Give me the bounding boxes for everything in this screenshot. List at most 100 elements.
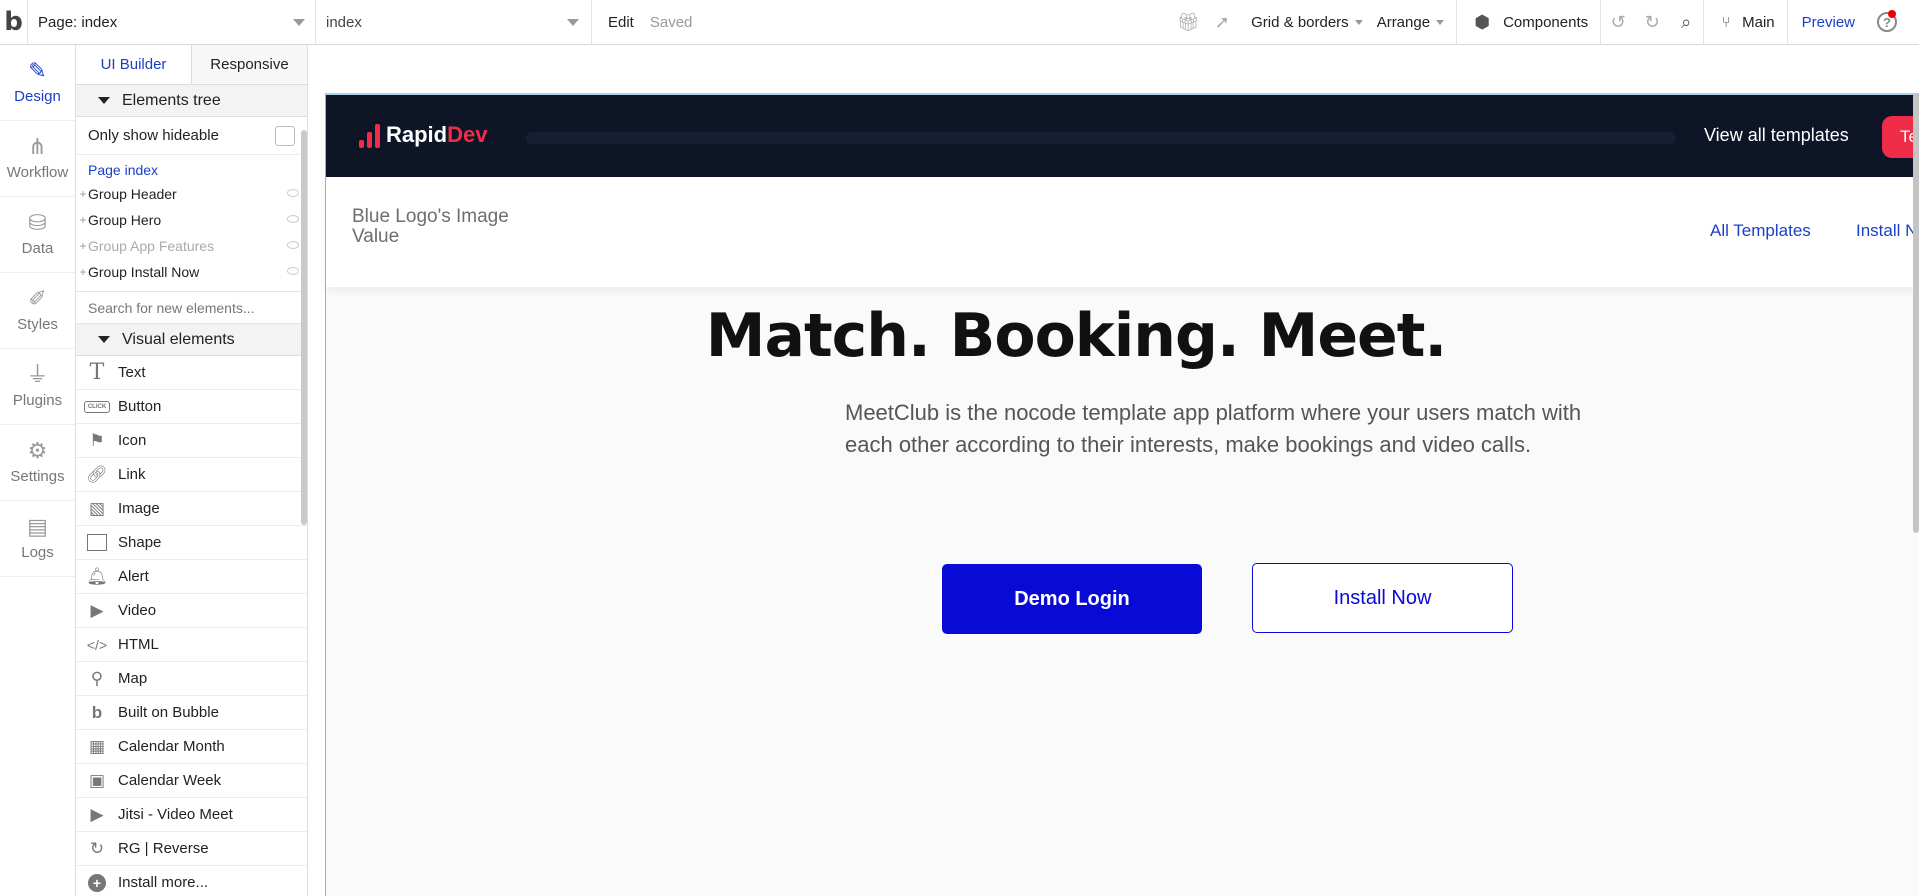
element-calendar-month[interactable]: ▦ Calendar Month [76, 730, 307, 764]
gear-icon: ⚙ [27, 438, 48, 463]
rail-settings[interactable]: ⚙ Settings [0, 425, 75, 501]
element-search-input[interactable]: Search for new elements... [76, 292, 307, 324]
builder-panel: UI Builder Responsive Elements tree Only… [76, 45, 308, 896]
top-bar: b Page: index index Edit Saved 🎁︎ ➚ Grid… [0, 0, 1919, 45]
rail-label: Workflow [6, 164, 69, 181]
flag-icon: ⚑ [89, 430, 105, 450]
tab-responsive[interactable]: Responsive [191, 45, 307, 84]
tree-item[interactable]: + Group Hero [76, 207, 307, 233]
element-label: Built on Bubble [118, 704, 219, 721]
tree-item[interactable]: + Group Header [76, 181, 307, 207]
canvas-scrollbar[interactable] [1913, 93, 1919, 533]
bubble-logo-icon[interactable]: b [0, 0, 28, 45]
pencil-ruler-icon: ✎ [28, 58, 47, 83]
element-html[interactable]: </> HTML [76, 628, 307, 662]
element-label: Link [118, 466, 146, 483]
install-now-button[interactable]: Install Now [1252, 563, 1513, 633]
eye-icon[interactable] [287, 267, 299, 275]
search-icon[interactable]: ⌕ [1669, 0, 1703, 45]
hero-title[interactable]: Match. Booking. Meet. [326, 301, 1826, 371]
components-button[interactable]: ⬢ Components [1457, 0, 1600, 45]
tab-ui-builder[interactable]: UI Builder [76, 45, 191, 84]
tree-item[interactable]: + Group Install Now [76, 259, 307, 285]
brush-icon: ✐ [28, 286, 47, 311]
only-show-hideable-checkbox[interactable] [275, 125, 295, 146]
shape-icon [76, 534, 118, 551]
element-video[interactable]: ▶ Video [76, 594, 307, 628]
link-icon: 🔗︎ [86, 464, 108, 484]
element-built-on-bubble[interactable]: b Built on Bubble [76, 696, 307, 730]
rail-logs[interactable]: ▤ Logs [0, 501, 75, 577]
tree-item-label: Group Hero [88, 212, 162, 228]
eye-icon[interactable] [287, 241, 299, 249]
eye-icon[interactable] [287, 189, 299, 197]
demo-login-button[interactable]: Demo Login [942, 564, 1202, 634]
element-text[interactable]: T Text [76, 356, 307, 390]
image-icon: ▧ [88, 498, 106, 518]
view-all-templates-link[interactable]: View all templates [1704, 125, 1849, 146]
eye-icon[interactable] [287, 215, 299, 223]
group-header[interactable]: RapidDev View all templates Te [326, 95, 1919, 177]
element-image[interactable]: ▧ Image [76, 492, 307, 526]
page-name-value: index [326, 13, 362, 31]
hero-description[interactable]: MeetClub is the nocode template app plat… [845, 397, 1615, 461]
element-icon[interactable]: ⚑ Icon [76, 424, 307, 458]
elements-tree-header[interactable]: Elements tree [76, 85, 307, 117]
preview-button[interactable]: Preview [1788, 14, 1869, 31]
page-select[interactable]: Page: index [28, 0, 316, 45]
rail-plugins[interactable]: ⏚ Plugins [0, 349, 75, 425]
code-icon: </> [86, 636, 108, 653]
logo-bars-icon [359, 122, 380, 148]
rail-styles[interactable]: ✐ Styles [0, 273, 75, 349]
panel-scrollbar[interactable] [301, 130, 307, 525]
text-icon: T [89, 360, 105, 385]
element-label: Calendar Month [118, 738, 225, 755]
element-install-more[interactable]: + Install more... [76, 866, 307, 896]
element-shape[interactable]: Shape [76, 526, 307, 560]
rail-design[interactable]: ✎ Design [0, 45, 75, 121]
page-preview[interactable]: RapidDev View all templates Te Blue Logo… [325, 93, 1919, 896]
expand-plus-icon[interactable]: + [78, 265, 88, 279]
expand-plus-icon[interactable]: + [78, 187, 88, 201]
gift-icon[interactable]: 🎁︎ [1171, 0, 1205, 45]
element-calendar-week[interactable]: ▣ Calendar Week [76, 764, 307, 798]
element-alert[interactable]: 🔔︎ Alert [76, 560, 307, 594]
rail-label: Data [21, 240, 54, 257]
bell-icon: 🔔︎ [86, 566, 108, 586]
install-nav-link[interactable]: Install N [1856, 221, 1917, 241]
tree-page-index[interactable]: Page index [76, 155, 307, 181]
page-select-value: Page: index [38, 13, 118, 31]
element-map[interactable]: ⚲ Map [76, 662, 307, 696]
element-rg-reverse[interactable]: ↻ RG | Reverse [76, 832, 307, 866]
all-templates-link[interactable]: All Templates [1710, 221, 1811, 241]
help-button[interactable]: ? [1869, 0, 1905, 45]
page-name-select[interactable]: index [316, 0, 592, 45]
element-link[interactable]: 🔗︎ Link [76, 458, 307, 492]
arrange-menu[interactable]: Arrange [1375, 0, 1456, 45]
undo-icon[interactable]: ↺ [1601, 0, 1635, 45]
video-icon: ▶ [90, 600, 104, 620]
tree-item-label: Group App Features [88, 238, 215, 254]
edit-menu[interactable]: Edit [592, 14, 642, 31]
elements-tree-title: Elements tree [122, 91, 221, 109]
cursor-icon[interactable]: ➚ [1205, 0, 1239, 45]
tree-item[interactable]: + Group App Features [76, 233, 307, 259]
document-icon: ▤ [27, 514, 48, 539]
database-icon: ⛁ [28, 210, 47, 235]
only-show-hideable-row: Only show hideable [76, 117, 307, 155]
branch-selector[interactable]: ⑂ Main [1704, 0, 1787, 45]
element-button[interactable]: CLICK Button [76, 390, 307, 424]
rail-workflow[interactable]: ⋔ Workflow [0, 121, 75, 197]
element-label: Jitsi - Video Meet [118, 806, 233, 823]
expand-plus-icon[interactable]: + [78, 213, 88, 227]
element-jitsi[interactable]: ▶ Jitsi - Video Meet [76, 798, 307, 832]
grid-borders-menu[interactable]: Grid & borders [1239, 0, 1375, 45]
redo-icon[interactable]: ↻ [1635, 0, 1669, 45]
logo-image-placeholder[interactable]: Blue Logo's Image Value [352, 207, 532, 247]
visual-elements-header[interactable]: Visual elements [76, 324, 307, 356]
expand-plus-icon[interactable]: + [78, 239, 88, 253]
element-label: Video [118, 602, 157, 619]
rail-data[interactable]: ⛁ Data [0, 197, 75, 273]
chevron-down-icon [293, 18, 305, 26]
header-strip [526, 132, 1676, 144]
